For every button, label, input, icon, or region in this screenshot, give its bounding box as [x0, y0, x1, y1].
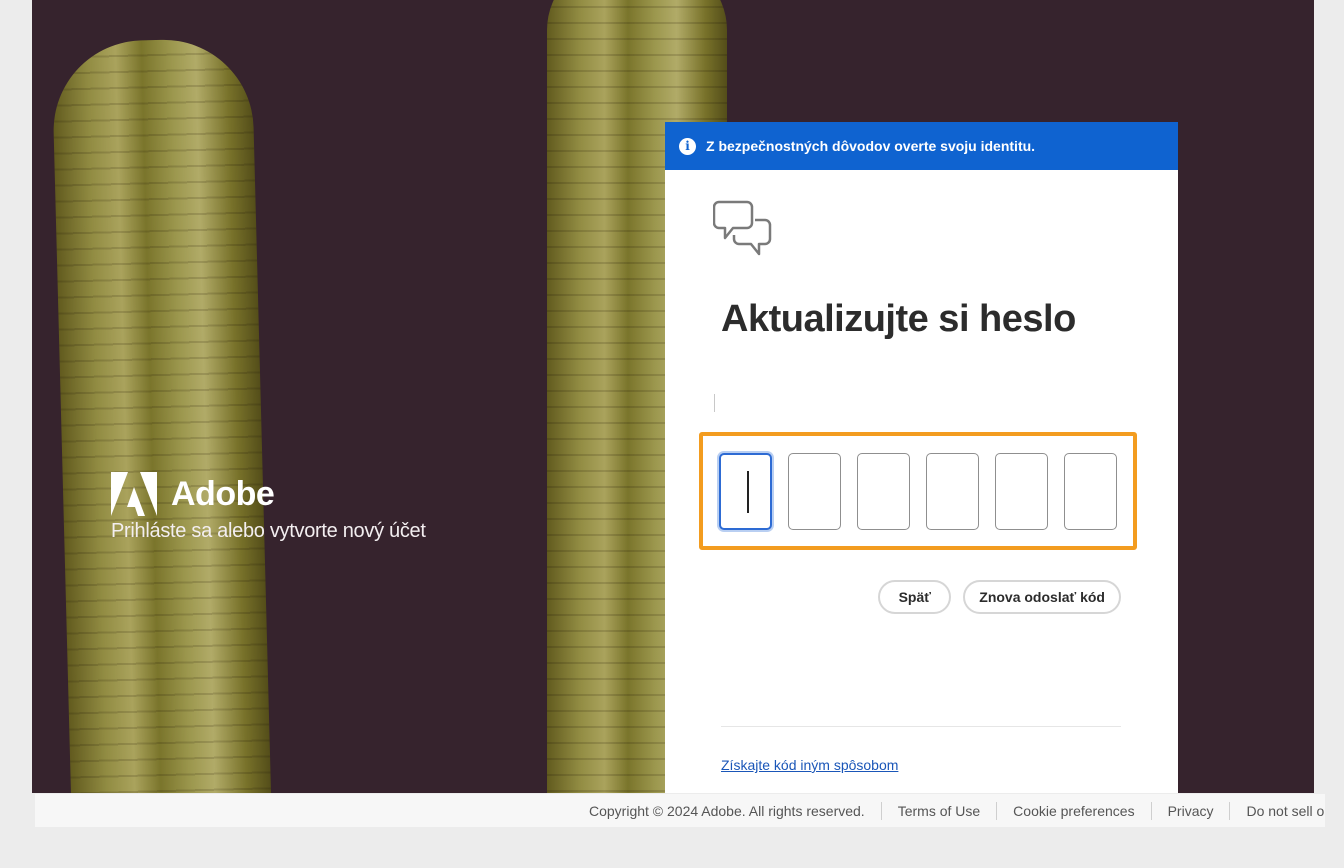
footer-separator — [880, 801, 882, 820]
do-not-sell-link[interactable]: Do not sell or share my personal informa… — [1246, 803, 1325, 819]
copyright-text: Copyright © 2024 Adobe. All rights reser… — [589, 802, 865, 819]
info-icon: i — [679, 137, 696, 155]
banner-text: Z bezpečnostných dôvodov overte svoju id… — [706, 138, 1036, 154]
code-digit-2[interactable] — [788, 452, 841, 530]
background-image: Adobe Prihláste sa alebo vytvorte nový ú… — [32, 0, 1314, 793]
brand-subtitle: Prihláste sa alebo vytvorte nový účet — [111, 520, 426, 542]
code-digit-3[interactable] — [857, 452, 910, 530]
terms-link[interactable]: Terms of Use — [898, 803, 980, 819]
footer-links: Copyright © 2024 Adobe. All rights reser… — [589, 801, 1325, 820]
security-banner: i Z bezpečnostných dôvodov overte svoju … — [665, 122, 1178, 170]
code-digit-6[interactable] — [1064, 452, 1117, 530]
text-caret — [714, 394, 715, 412]
verification-card: i Z bezpečnostných dôvodov overte svoju … — [665, 122, 1178, 793]
footer-separator — [1150, 801, 1152, 820]
footer-separator — [996, 801, 998, 820]
cookie-preferences-link[interactable]: Cookie preferences — [1013, 803, 1134, 819]
code-digit-5[interactable] — [995, 452, 1048, 530]
action-buttons: Späť Znova odoslať kód — [878, 580, 1121, 614]
brand-name: Adobe — [171, 474, 275, 513]
alternate-method-link[interactable]: Získajte kód iným spôsobom — [721, 757, 898, 773]
brand-block: Adobe Prihláste sa alebo vytvorte nový ú… — [111, 472, 426, 543]
footer-separator — [1229, 801, 1231, 820]
back-button[interactable]: Späť — [878, 580, 952, 614]
adobe-logo-icon — [111, 472, 157, 516]
resend-code-button[interactable]: Znova odoslať kód — [963, 580, 1121, 614]
privacy-link[interactable]: Privacy — [1168, 803, 1214, 819]
divider — [721, 726, 1121, 727]
chat-bubbles-icon — [713, 200, 772, 256]
footer: Copyright © 2024 Adobe. All rights reser… — [35, 794, 1325, 827]
verification-code-group — [699, 432, 1137, 550]
page-title: Aktualizujte si heslo — [721, 298, 1076, 340]
code-digit-1[interactable] — [719, 452, 772, 530]
brand-row: Adobe — [111, 472, 426, 516]
code-digit-4[interactable] — [926, 452, 979, 530]
